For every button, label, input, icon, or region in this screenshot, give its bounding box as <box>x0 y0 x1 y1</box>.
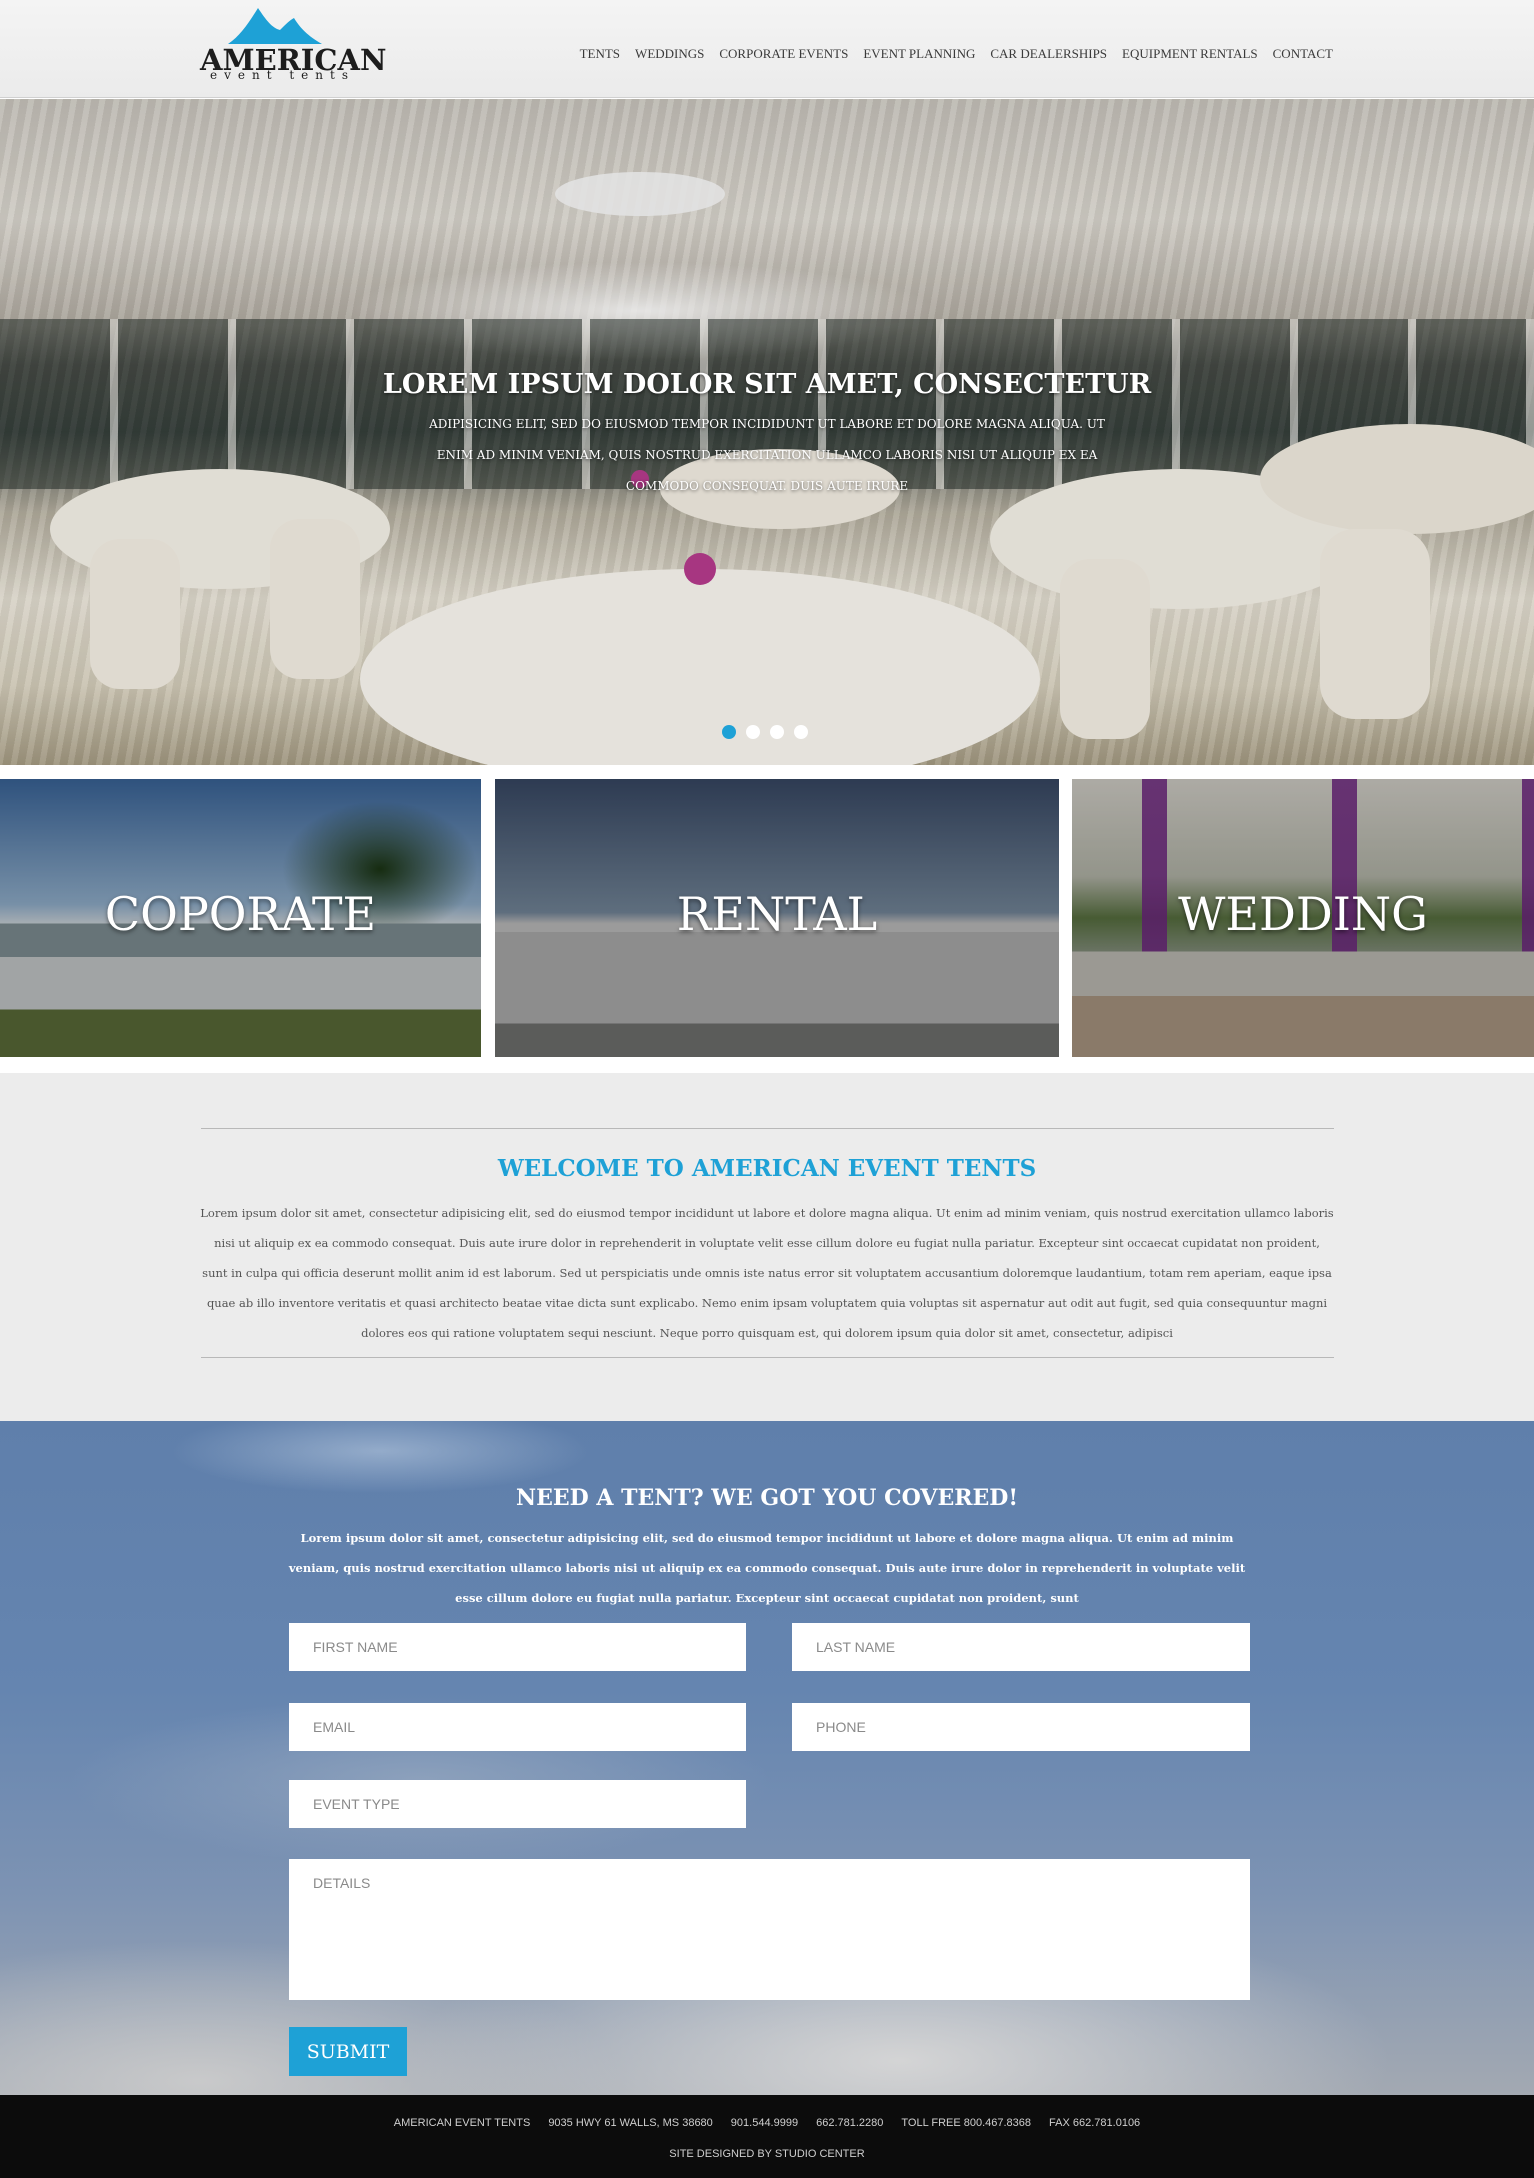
footer-phone-1: 901.544.9999 <box>730 2117 799 2129</box>
slider-dot-1[interactable] <box>722 725 736 739</box>
slider-dot-4[interactable] <box>794 725 808 739</box>
logo-tagline: event tents <box>210 68 355 82</box>
nav-contact[interactable]: CONTACT <box>1273 46 1333 62</box>
footer-toll-free: TOLL FREE 800.467.8368 <box>901 2117 1032 2129</box>
footer-phone-2: 662.781.2280 <box>816 2117 884 2129</box>
hero-slider: LOREM IPSUM DOLOR SIT AMET, CONSECTETUR … <box>0 99 1534 765</box>
tile-corporate[interactable]: COPORATE <box>0 779 481 1057</box>
contact-text: Lorem ipsum dolor sit amet, consectetur … <box>288 1531 1246 1605</box>
nav-weddings[interactable]: WEDDINGS <box>635 46 704 62</box>
nav-car-dealerships[interactable]: CAR DEALERSHIPS <box>990 46 1107 62</box>
main-nav: TENTS WEDDINGS CORPORATE EVENTS EVENT PL… <box>580 46 1333 62</box>
slider-dots <box>722 725 808 739</box>
details-field[interactable] <box>289 1859 1250 2000</box>
top-divider <box>201 1128 1334 1129</box>
footer-company: AMERICAN EVENT TENTS <box>393 2117 531 2129</box>
nav-equipment-rentals[interactable]: EQUIPMENT RENTALS <box>1122 46 1258 62</box>
phone-field[interactable] <box>792 1703 1250 1751</box>
welcome-title: WELCOME TO AMERICAN EVENT TENTS <box>497 1155 1037 1182</box>
event-type-field[interactable] <box>289 1780 746 1828</box>
bottom-divider <box>201 1357 1334 1358</box>
footer-contact-info: AMERICAN EVENT TENTS 9035 HWY 61 WALLS, … <box>0 2117 1534 2129</box>
footer-address: 9035 HWY 61 WALLS, MS 38680 <box>548 2117 713 2129</box>
site-header: AMERICAN event tents TENTS WEDDINGS CORP… <box>0 0 1534 98</box>
first-name-field[interactable] <box>289 1623 746 1671</box>
nav-tents[interactable]: TENTS <box>580 46 620 62</box>
welcome-section: WELCOME TO AMERICAN EVENT TENTS Lorem ip… <box>0 1073 1534 1421</box>
hero-title: LOREM IPSUM DOLOR SIT AMET, CONSECTETUR <box>382 369 1152 400</box>
hero-text: ADIPISICING ELIT, SED DO EIUSMOD TEMPOR … <box>429 417 1105 493</box>
site-logo[interactable]: AMERICAN event tents <box>200 6 386 82</box>
tile-corporate-label: COPORATE <box>104 887 377 941</box>
tent-peaks-logo-icon <box>228 8 322 44</box>
tile-rental-label: RENTAL <box>676 887 878 941</box>
footer-credit[interactable]: SITE DESIGNED BY STUDIO CENTER <box>0 2148 1534 2160</box>
nav-event-planning[interactable]: EVENT PLANNING <box>863 46 975 62</box>
contact-section: NEED A TENT? WE GOT YOU COVERED! Lorem i… <box>0 1421 1534 2095</box>
slider-dot-2[interactable] <box>746 725 760 739</box>
submit-button[interactable]: SUBMIT <box>289 2027 407 2076</box>
last-name-field[interactable] <box>792 1623 1250 1671</box>
email-field[interactable] <box>289 1703 746 1751</box>
tile-wedding[interactable]: WEDDING <box>1072 779 1534 1057</box>
welcome-text: Lorem ipsum dolor sit amet, consectetur … <box>200 1206 1334 1340</box>
site-footer: AMERICAN EVENT TENTS 9035 HWY 61 WALLS, … <box>0 2095 1534 2178</box>
slider-dot-3[interactable] <box>770 725 784 739</box>
tile-wedding-label: WEDDING <box>1178 887 1428 941</box>
tile-rental[interactable]: RENTAL <box>495 779 1059 1057</box>
contact-title: NEED A TENT? WE GOT YOU COVERED! <box>515 1485 1019 1511</box>
nav-corporate-events[interactable]: CORPORATE EVENTS <box>719 46 848 62</box>
footer-fax: FAX 662.781.0106 <box>1049 2117 1141 2129</box>
